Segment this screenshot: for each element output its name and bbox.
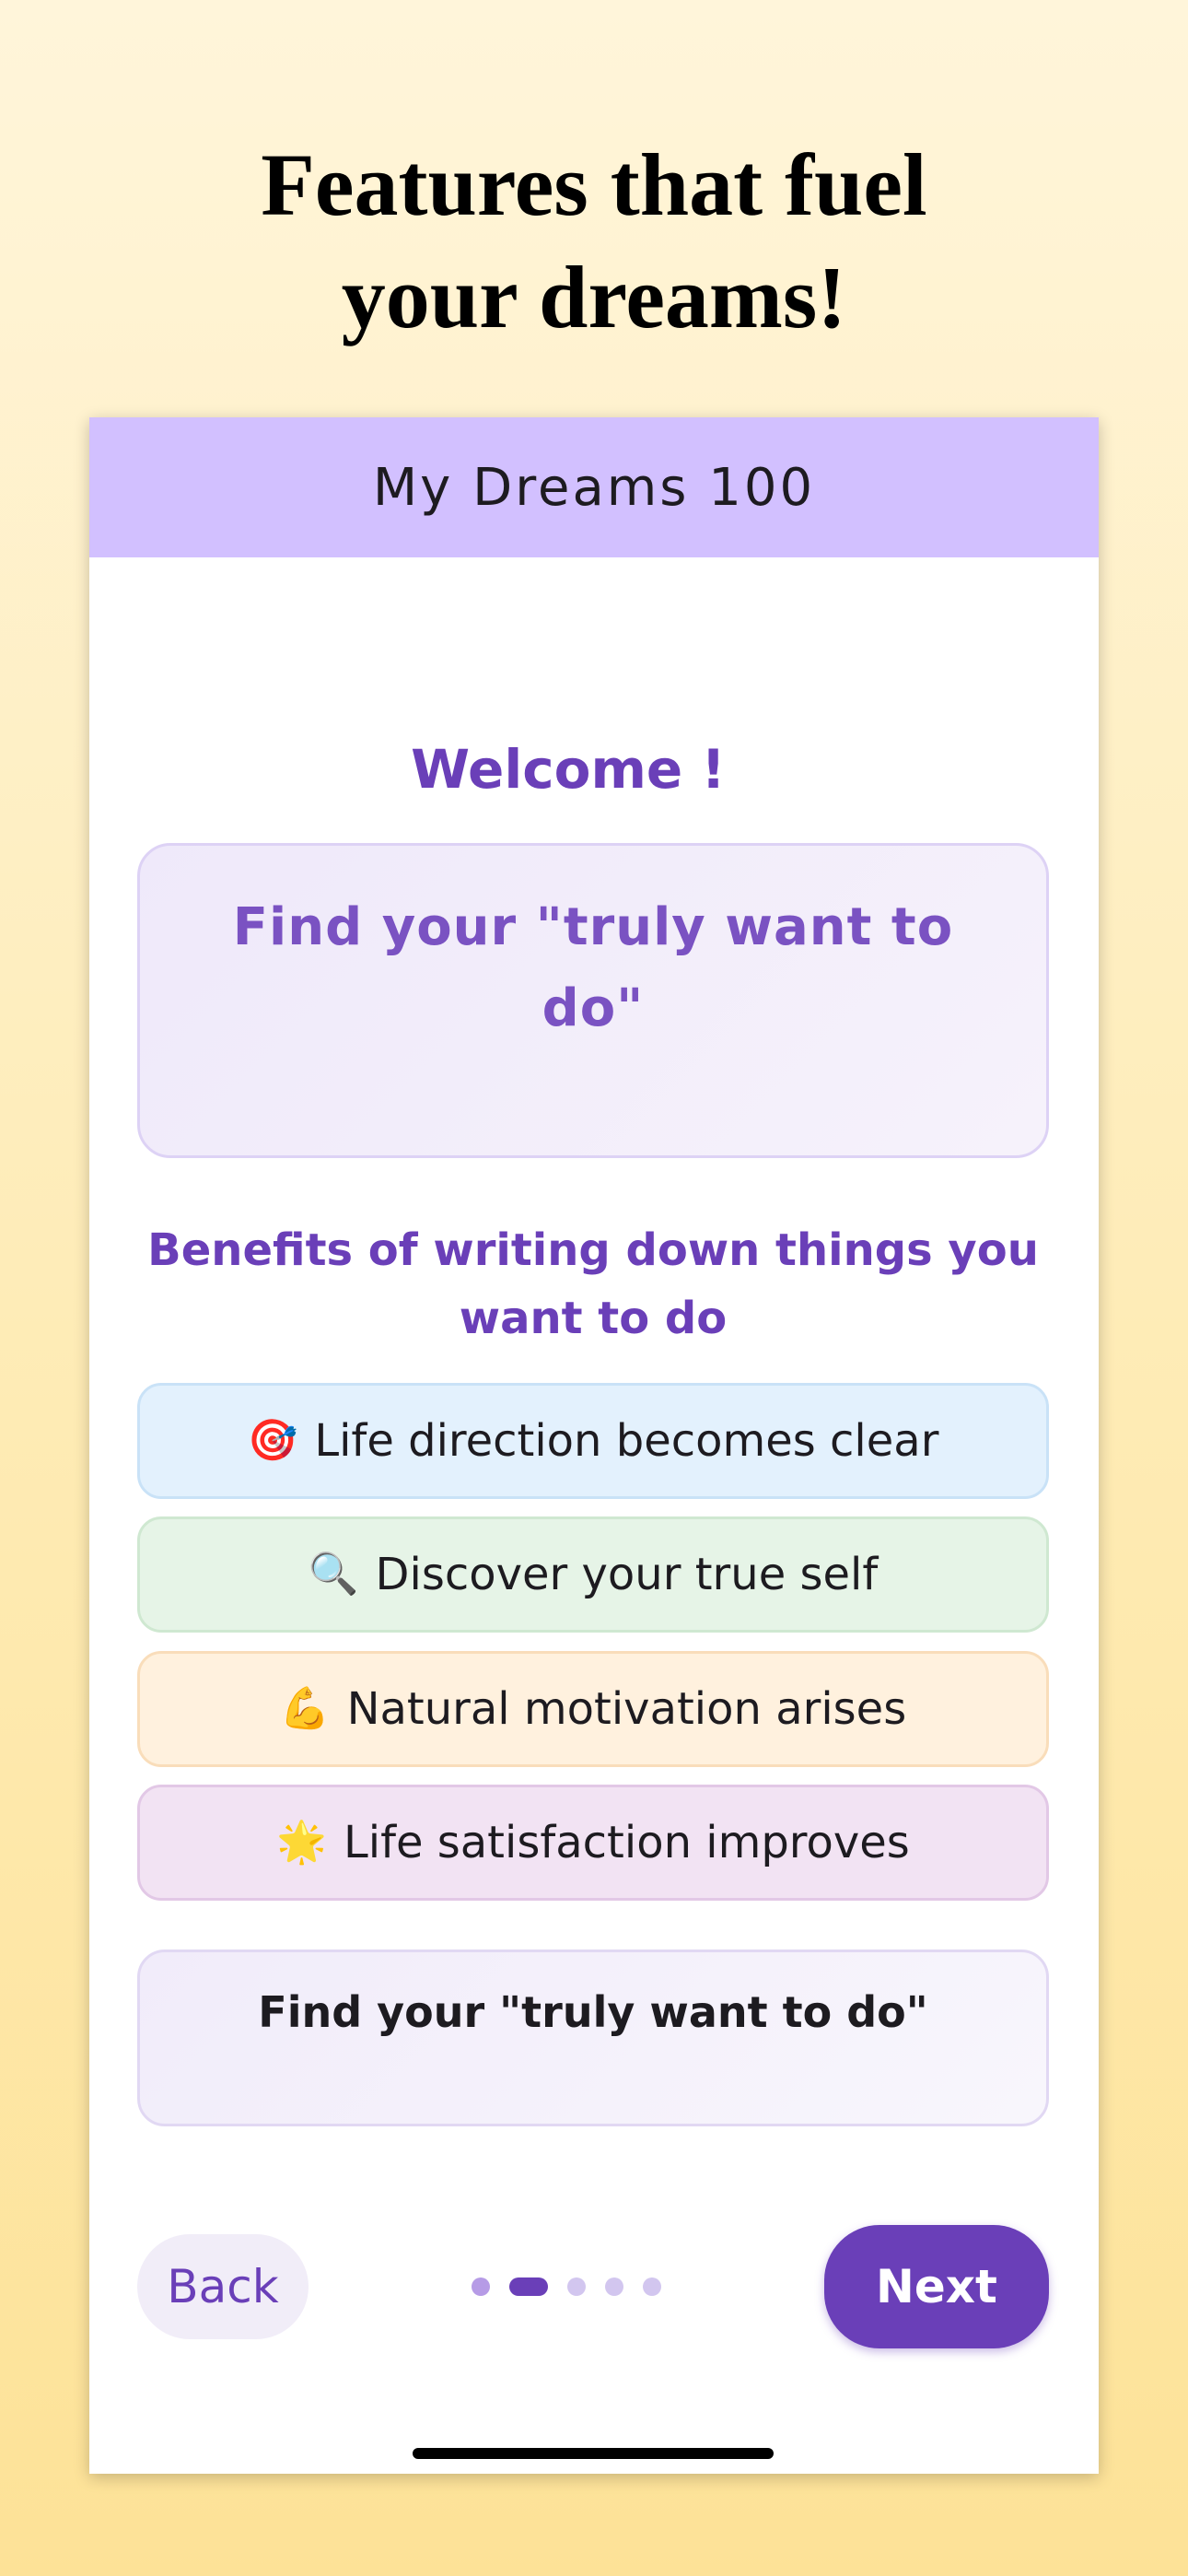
benefit-label: Discover your true self	[375, 1549, 879, 1600]
next-button[interactable]: Next	[824, 2225, 1049, 2348]
find-truly-want-card[interactable]: Find your "truly want to do"	[137, 1950, 1049, 2126]
hero-card: Find your "truly want to do"	[137, 843, 1049, 1158]
welcome-heading: Welcome !	[411, 738, 726, 801]
find-truly-want-label: Find your "truly want to do"	[258, 1987, 928, 2037]
headline-line-1: Features that fuel	[261, 135, 927, 234]
page-dot-4	[605, 2277, 623, 2296]
benefit-label: Natural motivation arises	[346, 1683, 907, 1735]
page-indicator	[472, 2277, 661, 2296]
page-dot-2-active	[509, 2277, 548, 2296]
benefit-label: Life satisfaction improves	[343, 1817, 910, 1868]
app-bar: My Dreams 100	[89, 417, 1099, 557]
glowing-star-icon: 🌟	[276, 1819, 327, 1866]
home-indicator[interactable]	[413, 2448, 774, 2459]
flexed-bicep-icon: 💪	[279, 1685, 331, 1732]
app-screen: My Dreams 100 Welcome ! Find your "truly…	[89, 417, 1099, 2474]
benefit-card-direction: 🎯 Life direction becomes clear	[137, 1383, 1049, 1499]
target-icon: 🎯	[247, 1417, 298, 1464]
page-dot-1	[472, 2277, 490, 2296]
back-button[interactable]: Back	[137, 2234, 309, 2339]
benefit-label: Life direction becomes clear	[314, 1415, 939, 1467]
hero-text-line-2: do"	[542, 978, 645, 1038]
page-dot-5	[643, 2277, 661, 2296]
benefit-card-satisfaction: 🌟 Life satisfaction improves	[137, 1785, 1049, 1901]
magnifier-icon: 🔍	[308, 1551, 359, 1598]
benefits-heading: Benefits of writing down things you want…	[147, 1224, 1039, 1344]
headline-line-2: your dreams!	[341, 248, 847, 346]
page-dot-3	[567, 2277, 586, 2296]
promo-headline: Features that fuel your dreams!	[0, 129, 1188, 354]
hero-text-line-1: Find your "truly want to	[232, 897, 954, 957]
benefit-card-true-self: 🔍 Discover your true self	[137, 1516, 1049, 1633]
benefit-card-motivation: 💪 Natural motivation arises	[137, 1651, 1049, 1767]
app-title: My Dreams 100	[372, 457, 816, 518]
